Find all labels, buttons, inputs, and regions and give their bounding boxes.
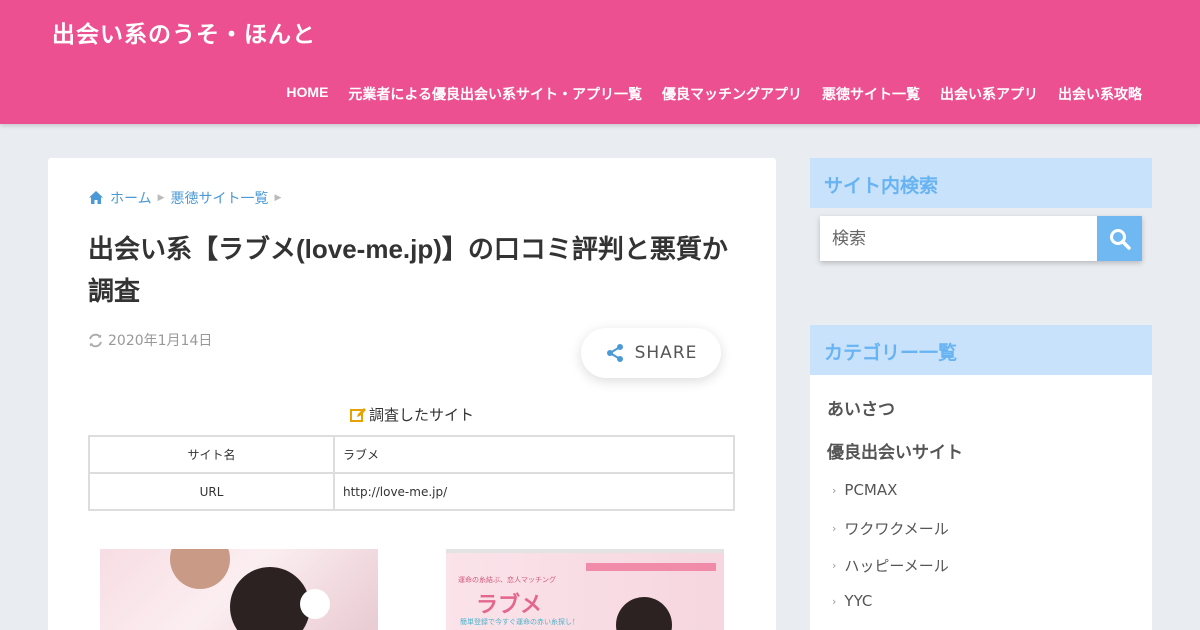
edit-icon <box>349 407 366 422</box>
chevron-right-icon: › <box>832 594 837 608</box>
share-label: SHARE <box>634 343 698 363</box>
search-icon <box>1109 228 1131 250</box>
table-cell-value: ラブメ <box>333 435 735 474</box>
nav-dating-apps[interactable]: 出会い系アプリ <box>930 84 1048 104</box>
share-button[interactable]: SHARE <box>581 328 721 378</box>
thumb-sub: 簡単登録で今すぐ運命の赤い糸探し！ <box>460 618 579 626</box>
site-title[interactable]: 出会い系のうそ・ほんと <box>52 15 316 49</box>
chevron-right-icon: › <box>832 522 837 535</box>
subcategory-label: YYC <box>844 592 873 610</box>
subcategory-label: ハッピーメール <box>844 557 949 575</box>
site-header: 出会い系のうそ・ほんと HOME 元業者による優良出会い系サイト・アプリ一覧 優… <box>0 0 1200 124</box>
category-widget-heading: カテゴリー一覧 <box>810 325 1152 375</box>
search-form <box>820 216 1142 261</box>
nav-home[interactable]: HOME <box>276 84 338 104</box>
breadcrumb-home[interactable]: ホーム <box>88 188 152 208</box>
survey-heading-text: 調査したサイト <box>368 406 474 424</box>
table-cell-label: サイト名 <box>88 435 335 474</box>
category-item-good-sites[interactable]: 優良出会いサイト <box>827 438 963 463</box>
chevron-right-icon: › <box>832 559 837 572</box>
subcategory-label: PCMAX <box>844 481 898 499</box>
subcategory-label: ワクワクメール <box>844 520 949 538</box>
subcategory-item-yyc[interactable]: › YYC <box>832 592 872 610</box>
search-input[interactable] <box>820 216 1097 261</box>
nav-strategy[interactable]: 出会い系攻略 <box>1048 84 1152 104</box>
chevron-right-icon: › <box>832 483 837 497</box>
subcategory-item-wakuwaku[interactable]: › ワクワクメール <box>832 518 949 539</box>
search-button[interactable] <box>1097 216 1142 261</box>
subcategory-item-pcmax[interactable]: › PCMAX <box>832 481 897 499</box>
breadcrumb-home-label: ホーム <box>110 191 152 207</box>
category-list: あいさつ 優良出会いサイト › PCMAX › ワクワクメール › ハッピーメー… <box>810 375 1152 630</box>
table-row: サイト名 ラブメ <box>88 435 735 474</box>
subcategory-item-happymail[interactable]: › ハッピーメール <box>832 555 949 576</box>
survey-heading: 調査したサイト <box>48 404 776 425</box>
chevron-right-icon: ▶ <box>157 193 165 203</box>
thumb-brand: ラブメ <box>476 593 543 618</box>
nav-recommended-sites[interactable]: 元業者による優良出会い系サイト・アプリ一覧 <box>338 84 652 104</box>
home-icon <box>89 191 103 204</box>
search-widget-heading: サイト内検索 <box>810 158 1152 208</box>
article-title: 出会い系【ラブメ(love-me.jp)】の口コミ評判と悪質か調査 <box>88 234 728 306</box>
main-nav: HOME 元業者による優良出会い系サイト・アプリ一覧 優良マッチングアプリ 悪徳… <box>276 84 1152 104</box>
site-screenshot-photo <box>100 549 378 630</box>
table-cell-value[interactable]: http://love-me.jp/ <box>333 472 735 511</box>
thumb-tagline: 運命の糸結ぶ、恋人マッチング <box>458 576 556 584</box>
table-row: URL http://love-me.jp/ <box>88 472 735 511</box>
site-screenshot-top-page: 運命の糸結ぶ、恋人マッチング ラブメ 簡単登録で今すぐ運命の赤い糸探し！ <box>446 549 724 630</box>
nav-bad-sites[interactable]: 悪徳サイト一覧 <box>812 84 930 104</box>
category-item-greeting[interactable]: あいさつ <box>827 395 895 420</box>
article-card: ホーム ▶ 悪徳サイト一覧 ▶ 出会い系【ラブメ(love-me.jp)】の口コ… <box>48 158 776 630</box>
nav-matching-apps[interactable]: 優良マッチングアプリ <box>652 84 812 104</box>
chevron-right-icon: ▶ <box>274 193 282 203</box>
table-cell-label: URL <box>88 472 335 511</box>
share-icon <box>606 344 623 362</box>
breadcrumb: ホーム ▶ 悪徳サイト一覧 ▶ <box>88 188 287 208</box>
breadcrumb-category[interactable]: 悪徳サイト一覧 <box>171 188 269 208</box>
updated-date-text: 2020年1月14日 <box>108 333 213 349</box>
site-info-table: サイト名 ラブメ URL http://love-me.jp/ <box>88 435 735 511</box>
updated-date: 2020年1月14日 <box>88 330 212 350</box>
refresh-icon <box>89 333 102 347</box>
